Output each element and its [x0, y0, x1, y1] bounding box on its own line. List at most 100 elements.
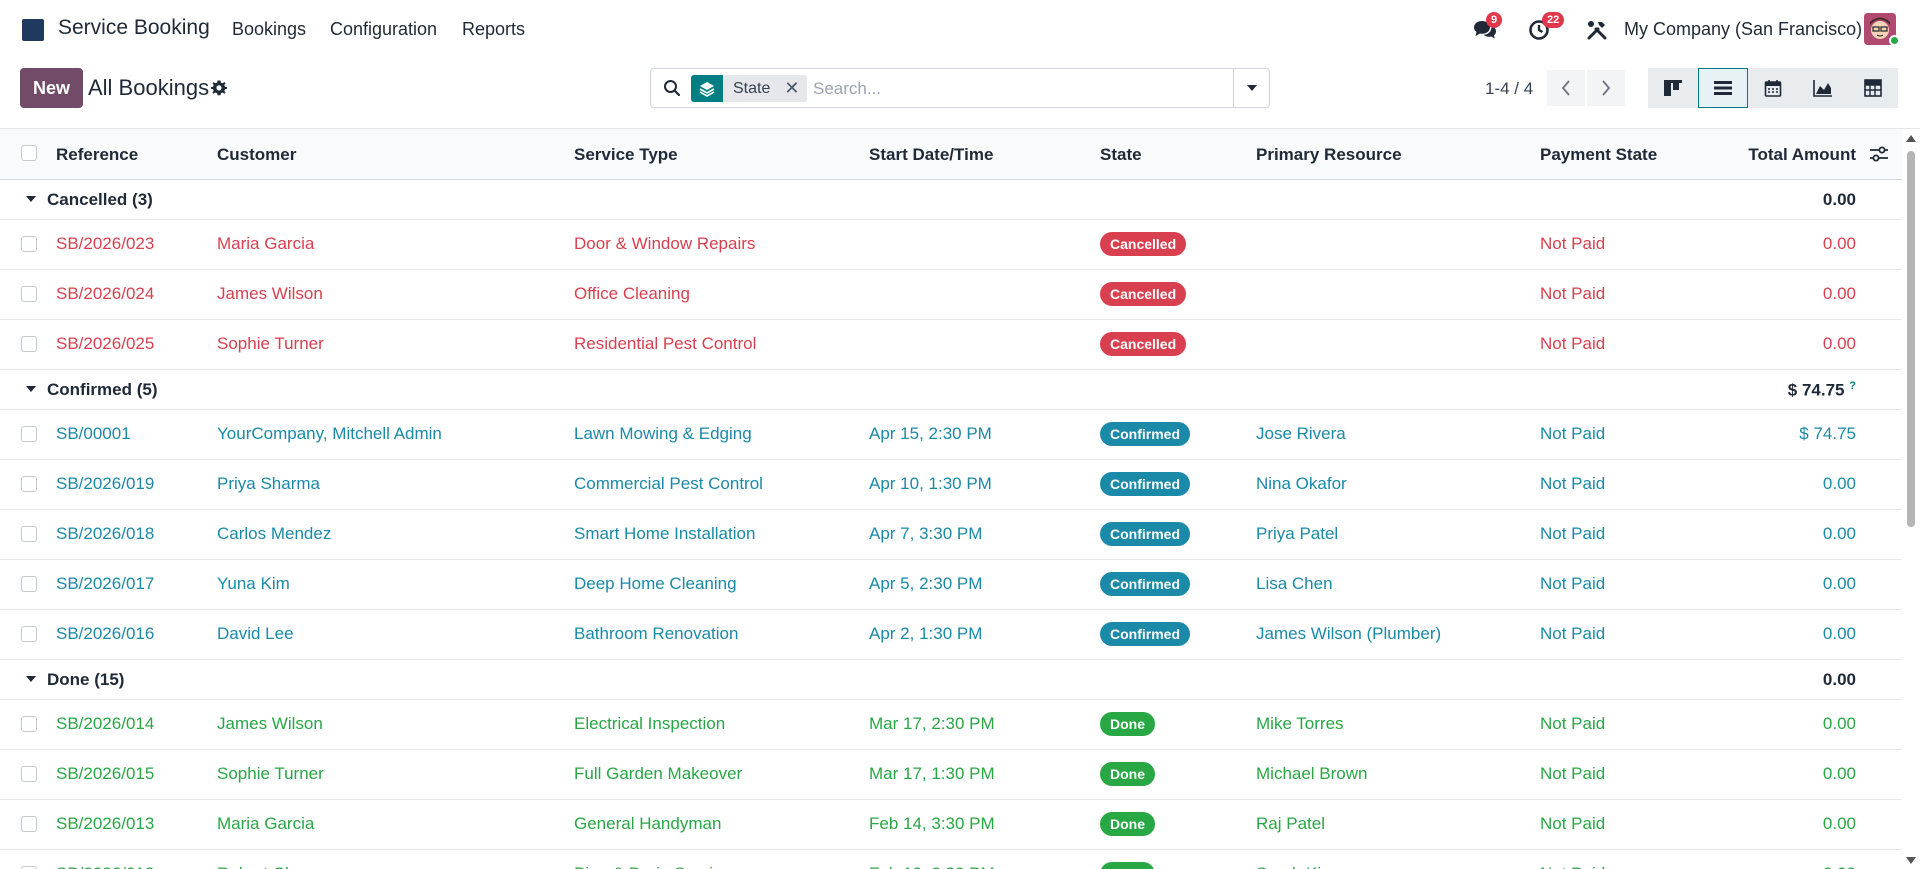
- chevron-right-icon: [1602, 80, 1611, 96]
- column-customer[interactable]: Customer: [217, 145, 296, 165]
- group-row[interactable]: Confirmed (5) $ 74.75 ?: [0, 370, 1902, 410]
- row-checkbox[interactable]: [21, 816, 37, 832]
- column-state[interactable]: State: [1100, 145, 1142, 165]
- caret-down-icon[interactable]: [26, 676, 36, 682]
- column-payment-state[interactable]: Payment State: [1540, 145, 1657, 165]
- scroll-down-arrow[interactable]: [1906, 857, 1916, 864]
- vertical-scrollbar[interactable]: [1902, 129, 1920, 869]
- row-checkbox[interactable]: [21, 576, 37, 592]
- optional-columns-icon[interactable]: [1869, 145, 1889, 163]
- cell-start-datetime: Feb 10, 2:30 PM: [869, 864, 995, 869]
- state-badge: Confirmed: [1100, 422, 1190, 446]
- cell-reference: SB/2026/016: [56, 624, 155, 643]
- online-status-dot: [1889, 35, 1900, 46]
- cell-payment-state: Not Paid: [1540, 574, 1606, 593]
- row-checkbox[interactable]: [21, 716, 37, 732]
- search-input[interactable]: [813, 77, 1213, 101]
- company-switcher[interactable]: My Company (San Francisco): [1624, 19, 1862, 40]
- group-row[interactable]: Cancelled (3) 0.00: [0, 180, 1902, 220]
- column-service-type[interactable]: Service Type: [574, 145, 678, 165]
- debug-tools-button[interactable]: [1583, 16, 1611, 44]
- group-row[interactable]: Done (15) 0.00: [0, 660, 1902, 700]
- table-row[interactable]: SB/2026/018 Carlos Mendez Smart Home Insta…: [0, 510, 1902, 560]
- row-checkbox[interactable]: [21, 286, 37, 302]
- pager-previous-button[interactable]: [1547, 70, 1585, 106]
- menu-bookings[interactable]: Bookings: [232, 19, 306, 40]
- table-row[interactable]: SB/2026/016 David Lee Bathroom Renovation A…: [0, 610, 1902, 660]
- table-row[interactable]: SB/2026/023 Maria Garcia Door & Window Rep…: [0, 220, 1902, 270]
- cell-customer: Priya Sharma: [217, 474, 320, 493]
- cell-start-datetime: Apr 10, 1:30 PM: [869, 474, 992, 493]
- remove-facet-icon[interactable]: ✕: [784, 78, 799, 99]
- table-row[interactable]: SB/2026/013 Maria Garcia General Handyman F…: [0, 800, 1902, 850]
- cell-payment-state: Not Paid: [1540, 764, 1606, 783]
- row-checkbox[interactable]: [21, 336, 37, 352]
- cell-service-type: Bathroom Renovation: [574, 624, 739, 643]
- list-icon: [1714, 81, 1732, 95]
- group-total-note[interactable]: ?: [1849, 380, 1856, 392]
- cell-service-type: Full Garden Makeover: [574, 764, 743, 783]
- page-title: All Bookings: [88, 75, 210, 100]
- list-view-button[interactable]: [1698, 68, 1748, 108]
- row-checkbox[interactable]: [21, 626, 37, 642]
- pager-value[interactable]: 1-4 / 4: [1485, 79, 1533, 99]
- kanban-view-button[interactable]: [1648, 68, 1698, 108]
- table-row[interactable]: SB/2026/019 Priya Sharma Commercial Pest C…: [0, 460, 1902, 510]
- caret-down-icon[interactable]: [26, 386, 36, 392]
- cell-reference: SB/00001: [56, 424, 131, 443]
- graph-view-button[interactable]: [1798, 68, 1848, 108]
- table-row[interactable]: SB/00001 YourCompany, Mitchell Admin Lawn …: [0, 410, 1902, 460]
- search-facet-state[interactable]: State ✕: [691, 75, 808, 102]
- calendar-view-button[interactable]: [1748, 68, 1798, 108]
- cell-total-amount: 0.00: [1822, 474, 1856, 493]
- pager-next-button[interactable]: [1587, 70, 1625, 106]
- new-button[interactable]: New: [20, 68, 83, 108]
- menu-reports[interactable]: Reports: [462, 19, 525, 40]
- cell-customer: Sophie Turner: [217, 764, 324, 783]
- row-checkbox[interactable]: [21, 526, 37, 542]
- app-name[interactable]: Service Booking: [58, 16, 210, 40]
- cell-reference: SB/2026/012: [56, 864, 154, 869]
- cell-service-type: General Handyman: [574, 814, 722, 833]
- scrollbar-thumb[interactable]: [1907, 151, 1915, 527]
- table-row[interactable]: SB/2026/025 Sophie Turner Residential Pest…: [0, 320, 1902, 370]
- row-checkbox[interactable]: [21, 766, 37, 782]
- tools-icon: [1587, 21, 1607, 40]
- table-row[interactable]: SB/2026/014 James Wilson Electrical Inspec…: [0, 700, 1902, 750]
- cell-start-datetime: Apr 2, 1:30 PM: [869, 624, 983, 643]
- cell-payment-state: Not Paid: [1540, 714, 1606, 733]
- pivot-view-button[interactable]: [1848, 68, 1898, 108]
- cell-service-type: Smart Home Installation: [574, 524, 756, 543]
- cell-service-type: Office Cleaning: [574, 284, 690, 303]
- messages-button[interactable]: 9: [1471, 12, 1503, 44]
- caret-down-icon[interactable]: [26, 196, 36, 202]
- table-row[interactable]: SB/2026/015 Sophie Turner Full Garden Make…: [0, 750, 1902, 800]
- row-checkbox[interactable]: [21, 476, 37, 492]
- cell-primary-resource: Sarah Kim: [1256, 864, 1335, 869]
- column-start-datetime[interactable]: Start Date/Time: [869, 145, 993, 165]
- bookings-list: Reference Customer Service Type Start Da…: [0, 129, 1902, 869]
- column-reference[interactable]: Reference: [56, 145, 138, 165]
- cell-primary-resource: Nina Okafor: [1256, 474, 1347, 493]
- scroll-up-arrow[interactable]: [1906, 135, 1916, 142]
- column-primary-resource[interactable]: Primary Resource: [1256, 145, 1402, 165]
- table-row[interactable]: SB/2026/017 Yuna Kim Deep Home Cleaning Apr…: [0, 560, 1902, 610]
- row-checkbox[interactable]: [21, 426, 37, 442]
- table-row[interactable]: SB/2026/024 James Wilson Office Cleaning No…: [0, 270, 1902, 320]
- row-checkbox[interactable]: [21, 236, 37, 252]
- cell-customer: David Lee: [217, 624, 294, 643]
- cell-service-type: Electrical Inspection: [574, 714, 726, 733]
- select-all-checkbox[interactable]: [21, 145, 37, 161]
- table-row[interactable]: SB/2026/012 Robert Chen Pipe & Drain Servi…: [0, 850, 1902, 869]
- cell-total-amount: 0.00: [1822, 574, 1856, 593]
- state-badge: Done: [1100, 762, 1155, 786]
- gear-icon[interactable]: [210, 79, 228, 97]
- cell-start-datetime: Apr 7, 3:30 PM: [869, 524, 983, 543]
- cell-total-amount: 0.00: [1822, 234, 1856, 253]
- menu-configuration[interactable]: Configuration: [330, 19, 437, 40]
- search-bar: State ✕: [650, 68, 1270, 108]
- search-options-toggle[interactable]: [1233, 69, 1269, 107]
- column-total-amount[interactable]: Total Amount: [1748, 145, 1856, 165]
- app-icon[interactable]: [22, 19, 44, 41]
- activities-button[interactable]: 22: [1525, 12, 1565, 44]
